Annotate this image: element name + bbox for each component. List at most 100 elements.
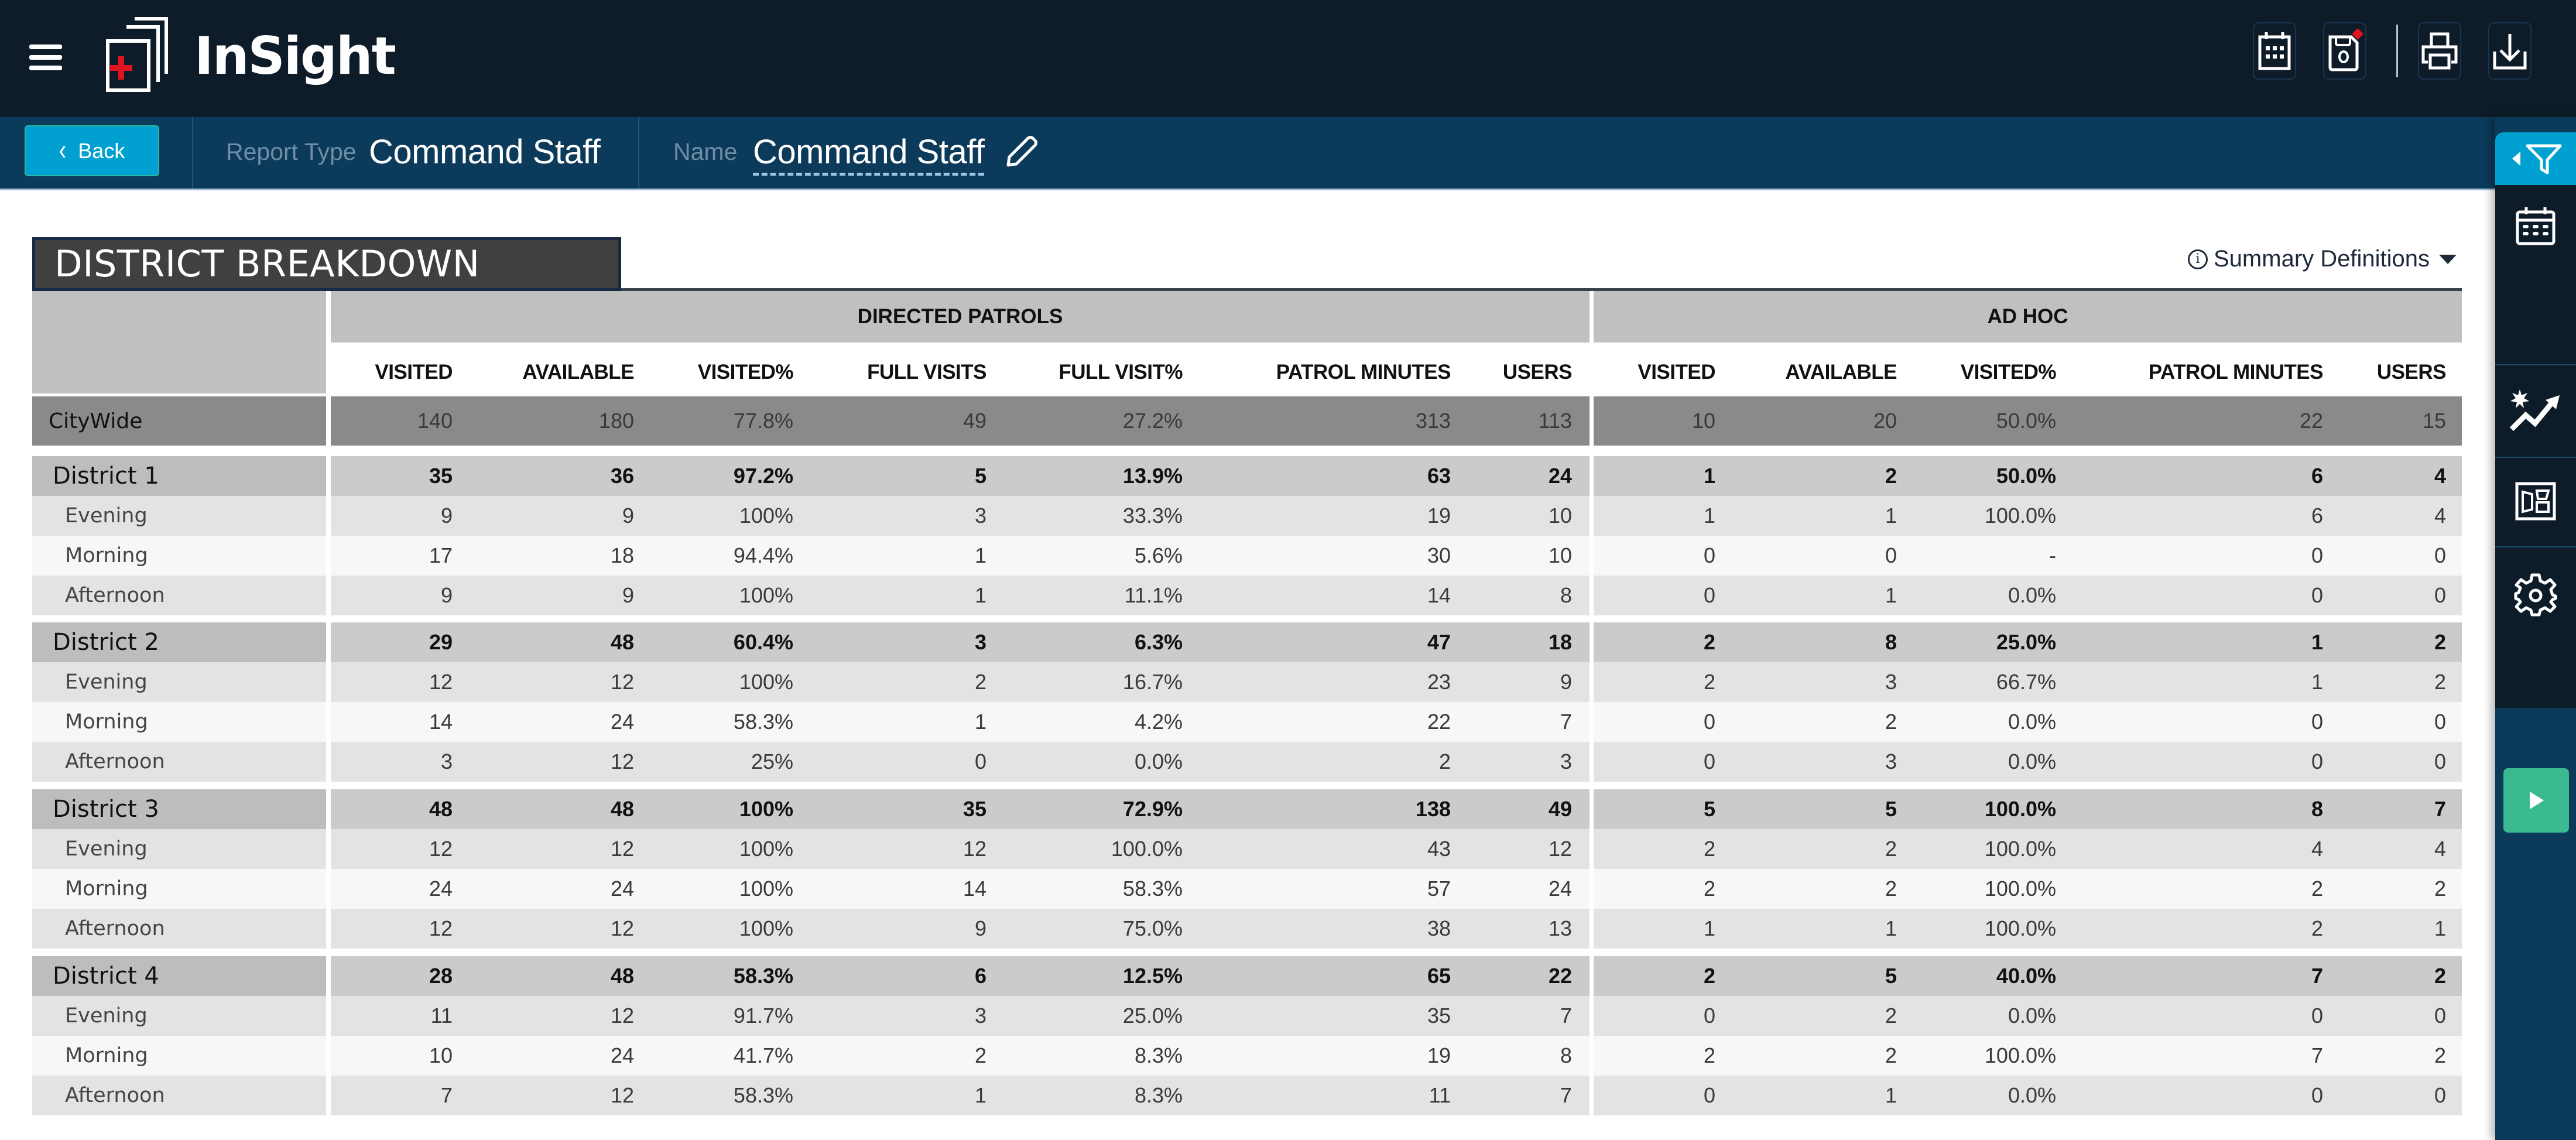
- pencil-edit-icon[interactable]: [1002, 135, 1039, 171]
- table-cell: 8.3%: [1134, 1083, 1183, 1107]
- table-cell: 13.9%: [1122, 464, 1183, 488]
- table-cell: 8: [1885, 630, 1897, 654]
- hamburger-menu-icon[interactable]: [29, 44, 62, 70]
- divider: [2495, 364, 2576, 365]
- schedule-button[interactable]: [2253, 22, 2296, 80]
- column-header[interactable]: VISITED: [1540, 350, 1715, 395]
- column-header[interactable]: FULL VISITS: [811, 350, 986, 395]
- table-cell: 25.0%: [1122, 1004, 1183, 1028]
- sidebar-item-settings[interactable]: [2495, 548, 2576, 642]
- table-cell: 1: [1703, 504, 1715, 528]
- info-icon: i: [2188, 249, 2208, 269]
- table-cell: 1: [974, 710, 986, 734]
- table-cell: 180: [598, 409, 634, 433]
- table-cell: 24: [610, 710, 634, 734]
- table-cell: 1: [974, 1083, 986, 1107]
- run-report-button[interactable]: [2503, 768, 2569, 833]
- table-cell: 5: [1885, 964, 1897, 988]
- table-cell: 2: [1703, 964, 1715, 988]
- table-cell: 2: [1885, 1004, 1897, 1028]
- table-cell: 50.0%: [1996, 464, 2056, 488]
- table-cell: 33.3%: [1122, 504, 1183, 528]
- table-cell: 14: [429, 710, 453, 734]
- table-cell: 0: [2434, 1083, 2446, 1107]
- column-header[interactable]: USERS: [2270, 350, 2447, 395]
- table-cell: 100.0%: [1984, 877, 2056, 901]
- table-cell: 9: [622, 583, 634, 607]
- table-cell: 0.0%: [2008, 1083, 2056, 1107]
- back-label: Back: [78, 138, 125, 163]
- column-header[interactable]: AVAILABLE: [458, 350, 634, 395]
- sidebar-item-layout[interactable]: [2495, 460, 2576, 542]
- sidebar-item-date-range[interactable]: [2495, 191, 2576, 261]
- table-cell: 18: [610, 543, 634, 567]
- table-cell: 100.0%: [1984, 1043, 2056, 1067]
- save-disk-icon: [2328, 29, 2363, 71]
- table-cell: 0.0%: [1134, 749, 1183, 773]
- table-cell: 9: [974, 916, 986, 940]
- filter-panel-toggle[interactable]: [2495, 132, 2576, 185]
- table-cell: 7: [2434, 797, 2446, 821]
- table-cell: 24: [610, 877, 634, 901]
- table-cell: 4: [2434, 504, 2446, 528]
- table-cell: 8.3%: [1134, 1043, 1183, 1067]
- table-cell: 3: [974, 504, 986, 528]
- sidebar-item-trends[interactable]: [2495, 372, 2576, 449]
- caret-down-icon: [2439, 254, 2457, 264]
- column-header[interactable]: FULL VISIT%: [1007, 350, 1183, 395]
- table-cell: 2: [1885, 837, 1897, 861]
- table-cell: 100.0%: [1984, 504, 2056, 528]
- table-cell: 94.4%: [733, 543, 793, 567]
- section-title: DISTRICT BREAKDOWN: [32, 237, 621, 291]
- table-cell: 12: [429, 837, 453, 861]
- table-cell: 6.3%: [1134, 630, 1183, 654]
- table-cell: 58.3%: [733, 964, 793, 988]
- report-name-field[interactable]: Command Staff: [753, 132, 985, 176]
- save-button[interactable]: [2323, 22, 2366, 80]
- table-cell: 0: [2434, 583, 2446, 607]
- table-cell: 1: [1885, 583, 1897, 607]
- table-cell: 2: [974, 670, 986, 694]
- back-button[interactable]: ‹ Back: [25, 125, 159, 176]
- summary-definitions-dropdown[interactable]: i Summary Definitions: [2188, 246, 2457, 272]
- table-cell: 12: [610, 837, 634, 861]
- column-header[interactable]: VISITED%: [1880, 350, 2057, 395]
- table-cell: 4: [2434, 837, 2446, 861]
- download-icon: [2493, 34, 2527, 70]
- table-cell: 1: [974, 543, 986, 567]
- app-title: InSight: [194, 26, 396, 86]
- table-cell: 5.6%: [1134, 543, 1183, 567]
- table-cell: 0.0%: [2008, 1004, 2056, 1028]
- table-cell: 77.8%: [733, 409, 793, 433]
- table-cell: 12: [429, 670, 453, 694]
- table-cell: 100%: [739, 877, 793, 901]
- chevron-left-icon: ‹: [59, 134, 67, 167]
- table-cell: 9: [622, 504, 634, 528]
- table-cell: 25.0%: [1996, 630, 2056, 654]
- group-header-ad-hoc: AD HOC: [1594, 291, 2462, 343]
- table-cell: 2: [1703, 670, 1715, 694]
- table-cell: 58.3%: [1122, 877, 1183, 901]
- table-cell: 0: [1703, 583, 1715, 607]
- right-sidebar: [2495, 117, 2576, 1140]
- table-cell: 100.0%: [1984, 797, 2056, 821]
- table-cell: 49: [962, 409, 986, 433]
- table-cell: 41.7%: [733, 1043, 793, 1067]
- table-cell: 0: [2434, 543, 2446, 567]
- column-header[interactable]: VISITED: [277, 350, 453, 395]
- table-cell: 0.0%: [2008, 749, 2056, 773]
- column-header[interactable]: AVAILABLE: [1721, 350, 1897, 395]
- divider: [638, 117, 639, 189]
- print-button[interactable]: [2418, 22, 2461, 80]
- table-cell: 9: [440, 504, 453, 528]
- table-cell: 2: [2434, 670, 2446, 694]
- table-cell: 16.7%: [1122, 670, 1183, 694]
- printer-icon: [2421, 32, 2458, 70]
- table-cell: 75.0%: [1122, 916, 1183, 940]
- table-cell: 58.3%: [733, 710, 793, 734]
- table-cell: 2: [1703, 630, 1715, 654]
- download-button[interactable]: [2488, 22, 2532, 80]
- column-header[interactable]: VISITED%: [618, 350, 794, 395]
- table-cell: 28: [429, 964, 453, 988]
- logo-icon: [106, 17, 168, 92]
